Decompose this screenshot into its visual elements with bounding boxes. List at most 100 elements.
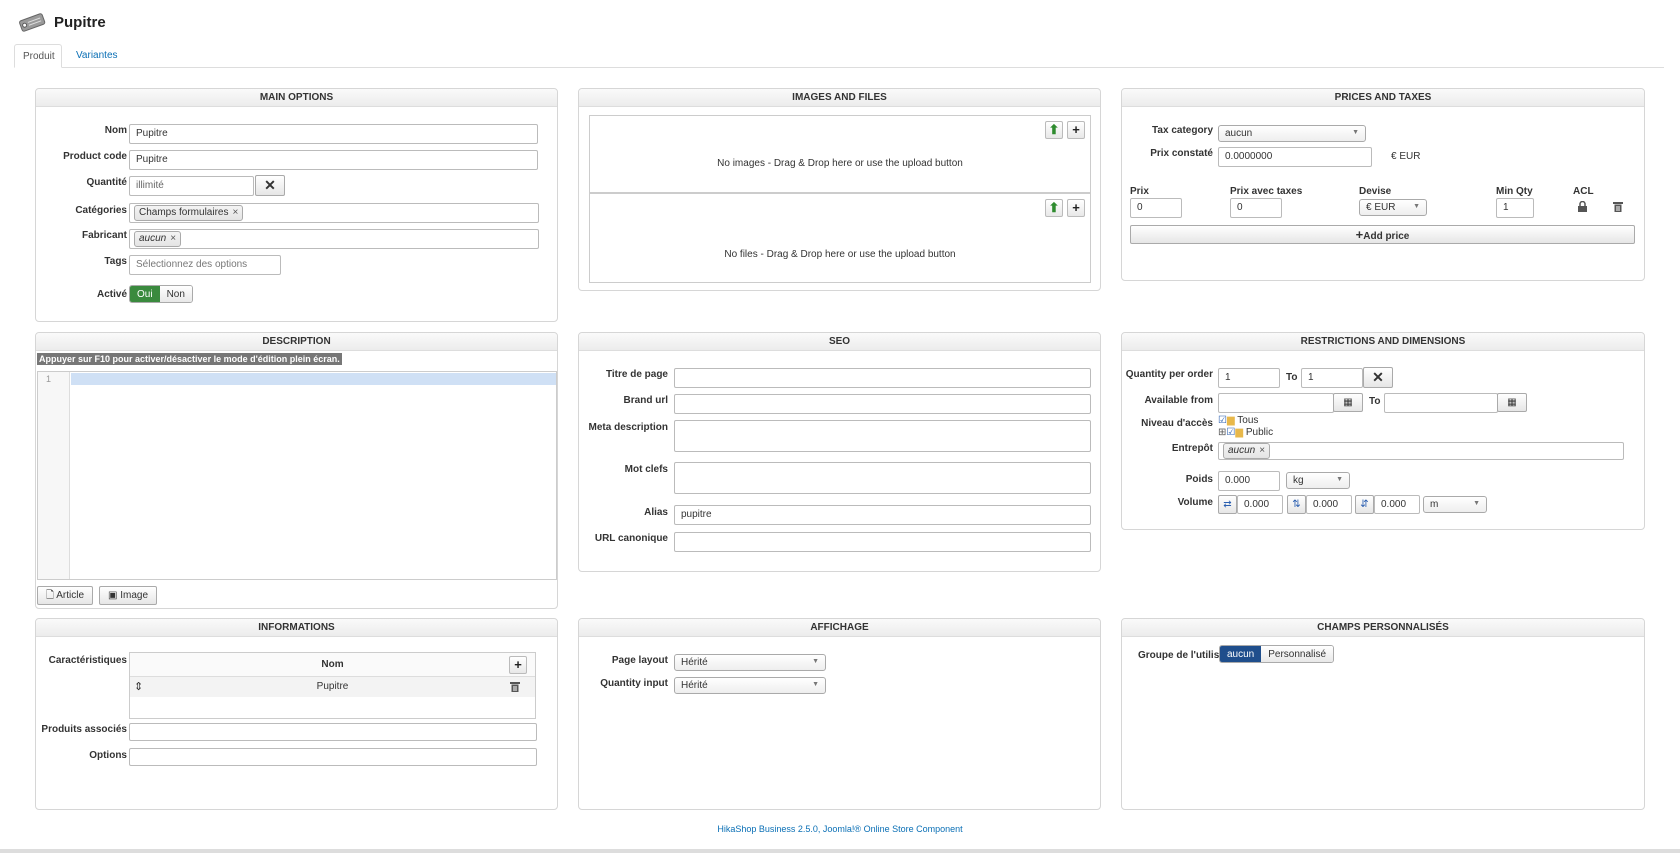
category-tag-label: Champs formulaires bbox=[139, 207, 229, 218]
meta-description-textarea[interactable] bbox=[674, 420, 1091, 452]
brand-url-label: Brand url bbox=[623, 395, 668, 406]
page-layout-value: Hérité bbox=[681, 657, 708, 668]
product-code-input[interactable]: Pupitre bbox=[129, 150, 538, 170]
tags-input[interactable]: Sélectionnez des options bbox=[129, 255, 281, 275]
weight-unit-value: kg bbox=[1293, 475, 1304, 486]
keywords-textarea[interactable] bbox=[674, 462, 1091, 494]
brand-url-input[interactable] bbox=[674, 394, 1091, 414]
currency-value: € EUR bbox=[1366, 202, 1396, 213]
quantity-clear-button[interactable]: ✕ bbox=[1363, 367, 1393, 388]
footer-link[interactable]: HikaShop Business 2.5.0, Joomla!® Online… bbox=[0, 824, 1680, 834]
prix-constate-label: Prix constaté bbox=[1150, 148, 1213, 159]
tab-variantes[interactable]: Variantes bbox=[68, 44, 126, 68]
access-tree-all[interactable]: ☑▆ Tous bbox=[1218, 415, 1258, 426]
remove-tag-icon[interactable]: × bbox=[1259, 445, 1265, 456]
volume-height-input[interactable]: 0.000 bbox=[1374, 495, 1420, 514]
volume-width-input[interactable]: 0.000 bbox=[1306, 495, 1352, 514]
categories-label: Catégories bbox=[75, 205, 127, 216]
table-header: Nom + bbox=[130, 653, 535, 677]
price-input[interactable]: 0 bbox=[1130, 198, 1182, 218]
checkbox-icon[interactable]: ☑ bbox=[1218, 415, 1227, 426]
volume-unit-value: m bbox=[1430, 499, 1439, 510]
add-icon[interactable]: + bbox=[1067, 199, 1085, 217]
upload-icon[interactable]: ⬆ bbox=[1045, 199, 1063, 217]
price-with-taxes-input[interactable]: 0 bbox=[1230, 198, 1282, 218]
checkbox-icon[interactable]: ☑ bbox=[1226, 427, 1235, 438]
insert-image-button[interactable]: ▣ Image bbox=[99, 586, 157, 605]
remove-tag-icon[interactable]: × bbox=[232, 207, 238, 218]
warehouse-field[interactable]: aucun × bbox=[1218, 442, 1624, 460]
dimension-icon: ⇵ bbox=[1355, 495, 1374, 514]
min-qty-input[interactable]: 1 bbox=[1496, 198, 1534, 218]
warehouse-tag: aucun × bbox=[1223, 443, 1271, 459]
affichage-panel: AFFICHAGE Page layout Hérité ▼ Quantity i… bbox=[578, 618, 1101, 810]
quantity-clear-button[interactable]: ✕ bbox=[255, 175, 285, 196]
quantity-per-order-from[interactable]: 1 bbox=[1218, 368, 1280, 388]
options-input[interactable] bbox=[129, 748, 537, 766]
lock-icon[interactable] bbox=[1577, 201, 1588, 212]
chevron-down-icon: ▼ bbox=[812, 681, 819, 688]
canonical-url-input[interactable] bbox=[674, 532, 1091, 552]
related-products-input[interactable] bbox=[129, 723, 537, 741]
qpo-to-label: To bbox=[1286, 372, 1298, 383]
weight-unit-select[interactable]: kg ▼ bbox=[1286, 472, 1350, 489]
seo-heading: SEO bbox=[579, 333, 1100, 351]
page-header: Pupitre bbox=[16, 8, 106, 36]
warehouse-tag-label: aucun bbox=[1228, 445, 1256, 456]
col-acl: ACL bbox=[1573, 186, 1594, 197]
quantity-per-order-to[interactable]: 1 bbox=[1301, 368, 1363, 388]
upload-icon[interactable]: ⬆ bbox=[1045, 121, 1063, 139]
categories-field[interactable]: Champs formulaires × bbox=[129, 203, 539, 223]
manufacturer-field[interactable]: aucun × bbox=[129, 229, 539, 249]
trash-icon[interactable] bbox=[1613, 201, 1623, 212]
prix-constate-input[interactable]: 0.0000000 bbox=[1218, 147, 1372, 167]
user-group-custom-button[interactable]: Personnalisé bbox=[1261, 646, 1334, 662]
tax-category-value: aucun bbox=[1225, 128, 1253, 139]
informations-panel: INFORMATIONS Caractéristiques Nom + ⇕ Pu… bbox=[35, 618, 558, 810]
code-editor[interactable]: 1 bbox=[37, 371, 557, 580]
remove-tag-icon[interactable]: × bbox=[170, 233, 176, 244]
currency-select[interactable]: € EUR ▼ bbox=[1359, 199, 1427, 216]
add-price-button[interactable]: +Add price bbox=[1130, 225, 1635, 244]
chevron-down-icon: ▼ bbox=[1473, 500, 1480, 507]
quantity-input-select[interactable]: Hérité ▼ bbox=[674, 677, 826, 694]
tax-category-select[interactable]: aucun ▼ bbox=[1218, 125, 1366, 142]
characteristics-table: Nom + ⇕ Pupitre bbox=[129, 652, 536, 719]
chevron-down-icon: ▼ bbox=[1352, 129, 1359, 136]
volume-length-input[interactable]: 0.000 bbox=[1237, 495, 1283, 514]
calendar-icon[interactable]: ▦ bbox=[1333, 393, 1363, 412]
prices-taxes-panel: PRICES AND TAXES Tax category aucun ▼ Pri… bbox=[1121, 88, 1645, 281]
category-tag: Champs formulaires × bbox=[134, 205, 244, 221]
access-tree-public[interactable]: ⊞☑▆ Public bbox=[1218, 427, 1273, 438]
user-group-none-button[interactable]: aucun bbox=[1220, 646, 1262, 662]
active-no-button[interactable]: Non bbox=[159, 286, 192, 302]
alias-input[interactable]: pupitre bbox=[674, 505, 1091, 525]
folder-icon: ▆ bbox=[1235, 427, 1244, 438]
available-from-input[interactable] bbox=[1218, 393, 1334, 413]
editor-gutter bbox=[38, 372, 70, 579]
restrictions-heading: RESTRICTIONS AND DIMENSIONS bbox=[1122, 333, 1644, 351]
chevron-down-icon: ▼ bbox=[812, 658, 819, 665]
quantity-input[interactable]: illimité bbox=[129, 176, 254, 196]
files-dropzone[interactable]: ⬆ + No files - Drag & Drop here or use t… bbox=[589, 193, 1091, 283]
images-files-panel: IMAGES AND FILES ⬆ + No images - Drag & … bbox=[578, 88, 1101, 291]
available-to-input[interactable] bbox=[1384, 393, 1498, 413]
active-yes-button[interactable]: Oui bbox=[130, 286, 160, 302]
keywords-label: Mot clefs bbox=[624, 464, 668, 475]
volume-unit-select[interactable]: m ▼ bbox=[1423, 496, 1487, 513]
images-dropzone[interactable]: ⬆ + No images - Drag & Drop here or use … bbox=[589, 115, 1091, 193]
page-layout-select[interactable]: Hérité ▼ bbox=[674, 654, 826, 671]
weight-input[interactable]: 0.000 bbox=[1218, 471, 1280, 491]
calendar-icon[interactable]: ▦ bbox=[1497, 393, 1527, 412]
page-title-input[interactable] bbox=[674, 368, 1091, 388]
add-characteristic-icon[interactable]: + bbox=[509, 656, 527, 674]
insert-article-button[interactable]: 🗋 Article bbox=[37, 586, 93, 605]
description-heading: DESCRIPTION bbox=[36, 333, 557, 351]
chevron-down-icon: ▼ bbox=[1336, 476, 1343, 483]
document-icon: 🗋 bbox=[45, 590, 54, 601]
trash-icon[interactable] bbox=[510, 681, 520, 692]
available-to-label: To bbox=[1369, 396, 1381, 407]
add-icon[interactable]: + bbox=[1067, 121, 1085, 139]
name-input[interactable]: Pupitre bbox=[129, 124, 538, 144]
tab-produit[interactable]: Produit bbox=[14, 44, 62, 68]
